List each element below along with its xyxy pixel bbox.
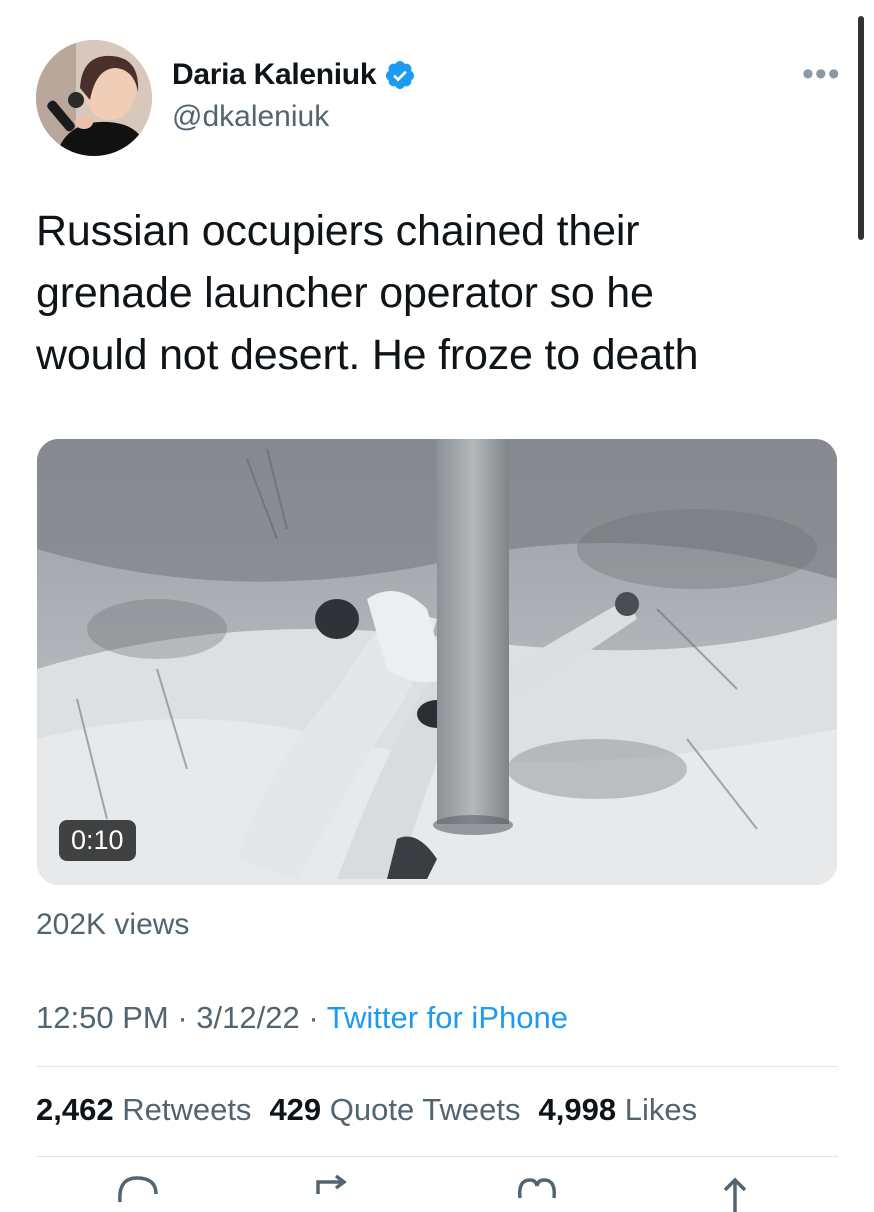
likes-count: 4,998 [538, 1092, 617, 1127]
share-icon[interactable] [712, 1172, 758, 1212]
tweet-stats: 2,462 Retweets 429 Quote Tweets 4,998 Li… [36, 1092, 697, 1128]
tweet-date[interactable]: 3/12/22 [196, 1000, 299, 1035]
divider [36, 1156, 838, 1157]
video-thumbnail [37, 439, 837, 885]
view-count: 202K views [36, 908, 190, 941]
like-icon[interactable] [514, 1172, 560, 1212]
tweet-text-line: grenade launcher operator so he [36, 269, 654, 317]
retweet-icon[interactable] [310, 1172, 356, 1212]
meta-separator: · [308, 1000, 319, 1035]
tweet-video[interactable]: 0:10 [37, 439, 837, 885]
retweets-label: Retweets [122, 1092, 252, 1127]
profile-photo [36, 40, 152, 156]
author-handle[interactable]: @dkaleniuk [172, 100, 329, 134]
video-duration: 0:10 [59, 820, 136, 861]
likes-label: Likes [624, 1092, 698, 1127]
scrollbar[interactable] [858, 16, 864, 240]
more-options-icon[interactable]: ••• [802, 57, 841, 91]
tweet-time[interactable]: 12:50 PM [36, 1000, 169, 1035]
tweet-source-link[interactable]: Twitter for iPhone [327, 1000, 568, 1035]
action-bar [0, 1172, 874, 1212]
divider [36, 1066, 838, 1067]
retweets-stat[interactable]: 2,462 Retweets [36, 1092, 251, 1128]
tweet-text: Russian occupiers chained their grenade … [36, 200, 836, 386]
author-name[interactable]: Daria Kaleniuk [172, 58, 416, 92]
tweet-text-line: would not desert. He froze to death [36, 331, 699, 379]
retweets-count: 2,462 [36, 1092, 114, 1127]
likes-stat[interactable]: 4,998 Likes [539, 1092, 698, 1128]
quotes-count: 429 [269, 1092, 322, 1127]
avatar[interactable] [36, 40, 152, 156]
tweet-text-line: Russian occupiers chained their [36, 207, 640, 255]
verified-badge-icon [386, 61, 415, 89]
meta-separator: · [177, 1000, 188, 1035]
quotes-stat[interactable]: 429 Quote Tweets [269, 1092, 520, 1128]
tweet-meta: 12:50 PM · 3/12/22 · Twitter for iPhone [36, 1000, 568, 1036]
author-name-text: Daria Kaleniuk [172, 58, 377, 91]
quotes-label: Quote Tweets [329, 1092, 521, 1127]
reply-icon[interactable] [114, 1172, 160, 1212]
